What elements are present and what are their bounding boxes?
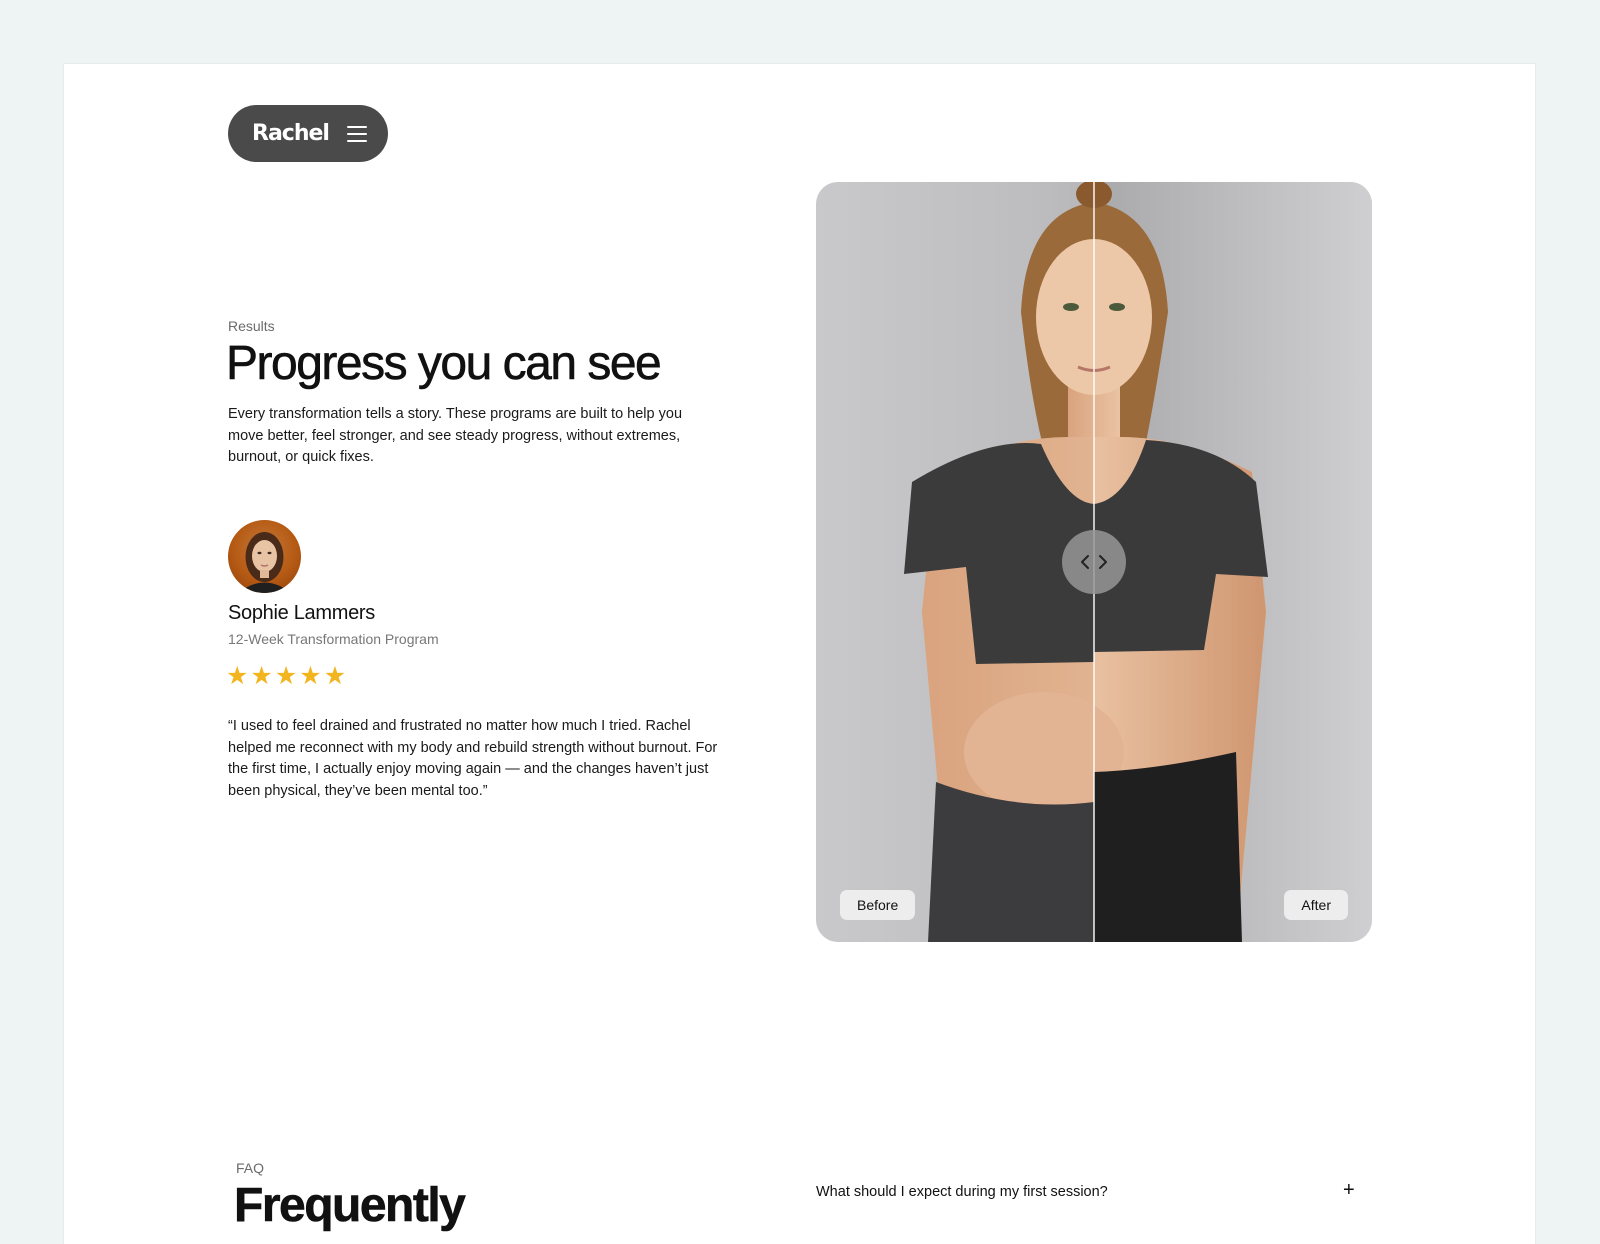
reviewer-name: Sophie Lammers <box>228 602 375 624</box>
before-after-comparison[interactable]: Before After <box>816 182 1372 942</box>
star-icon: ★ <box>250 662 273 690</box>
faq-question[interactable]: What should I expect during my first ses… <box>816 1184 1108 1200</box>
testimonial-quote: “I used to feel drained and frustrated n… <box>228 718 718 799</box>
results-description: Every transformation tells a story. Thes… <box>228 406 683 465</box>
comparison-slider-handle[interactable] <box>1062 530 1126 594</box>
avatar <box>228 520 301 593</box>
faq-eyebrow: FAQ <box>236 1160 265 1176</box>
star-rating: ★ ★ ★ ★ ★ <box>226 664 346 689</box>
nav-pill[interactable]: Rachel <box>228 105 388 162</box>
star-icon: ★ <box>299 662 322 690</box>
star-icon: ★ <box>274 662 298 690</box>
faq-title: Frequently <box>234 1179 466 1233</box>
after-label: After <box>1284 890 1348 920</box>
chevron-left-right-icon <box>1081 555 1107 569</box>
hamburger-menu-icon[interactable] <box>346 125 367 142</box>
star-icon: ★ <box>226 662 249 690</box>
reviewer-program: 12-Week Transformation Program <box>228 631 439 647</box>
results-eyebrow: Results <box>228 318 275 334</box>
logo[interactable]: Rachel <box>252 121 330 146</box>
before-label: Before <box>840 890 916 920</box>
page-title: Progress you can see <box>226 337 662 391</box>
star-icon: ★ <box>323 662 347 690</box>
plus-icon[interactable]: + <box>1343 1180 1355 1200</box>
